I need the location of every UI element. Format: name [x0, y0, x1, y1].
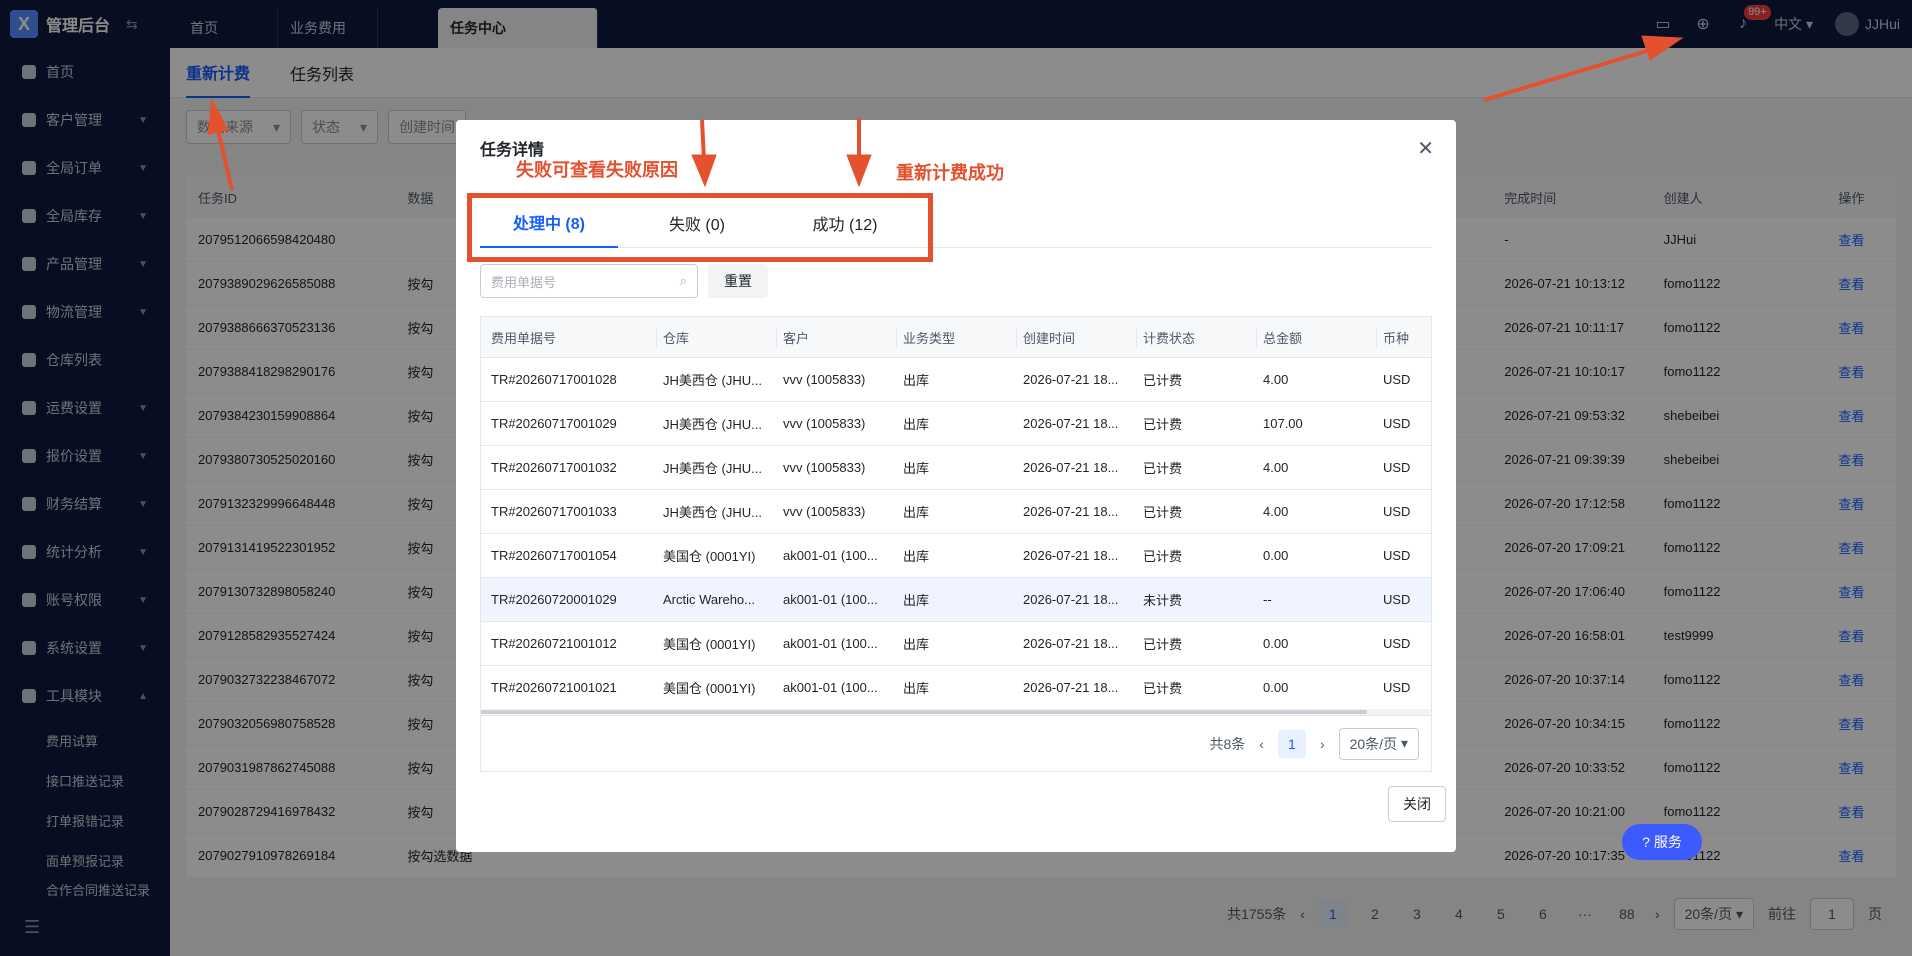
arrow-head-fail	[691, 154, 717, 188]
arrow-head-download	[1641, 35, 1684, 61]
arrow-line-subtab	[216, 129, 234, 191]
service-label: 服务	[1653, 834, 1682, 850]
arrow-line-download	[1483, 48, 1651, 102]
arrow-head-subtab	[207, 98, 229, 135]
annotation-arrows	[207, 35, 1684, 191]
arrow-head-success	[846, 154, 872, 188]
arrow-line-fail	[700, 119, 706, 161]
service-button[interactable]: ? 服务	[1622, 824, 1702, 860]
help-icon: ?	[1642, 834, 1650, 850]
